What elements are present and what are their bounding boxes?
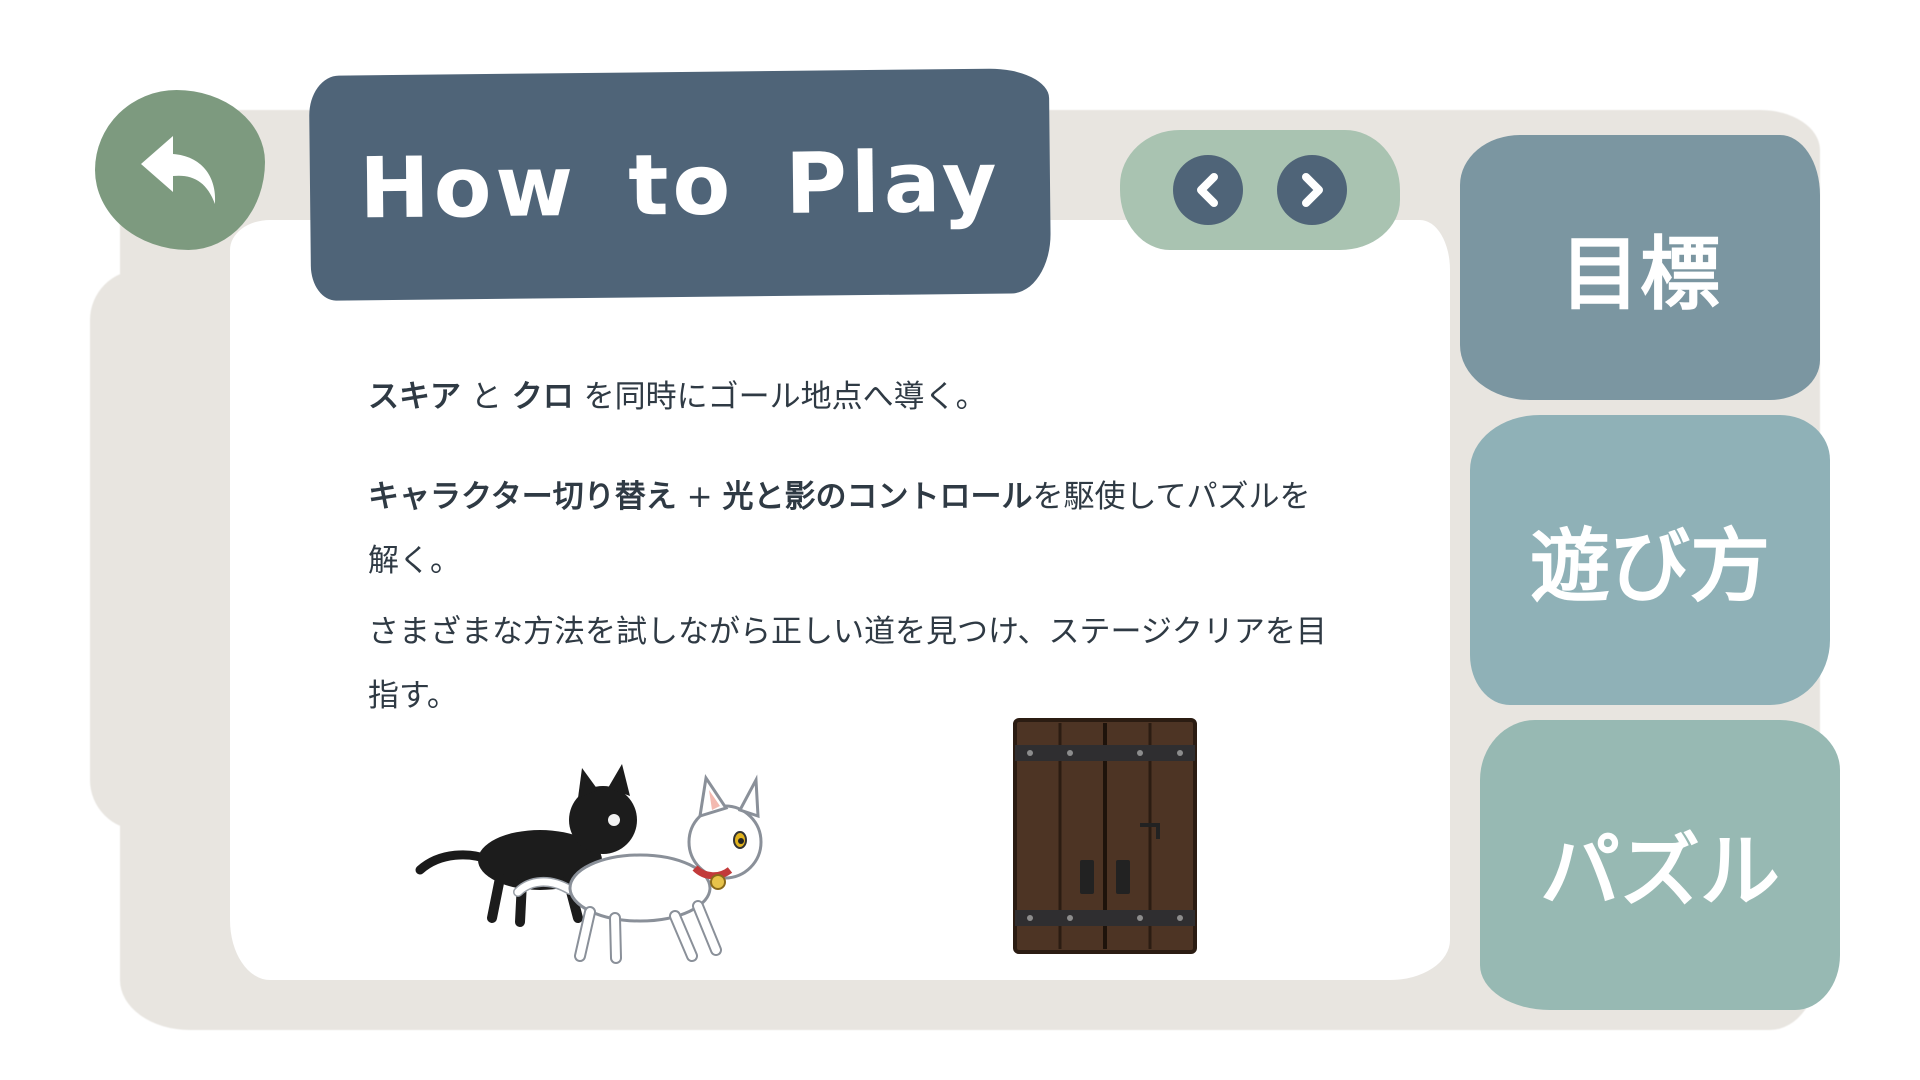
text-connector: と (461, 379, 512, 415)
mechanic-character-switch: キャラクター切り替え (368, 479, 677, 515)
next-page-button[interactable] (1277, 155, 1347, 225)
chevron-right-icon (1302, 173, 1323, 207)
tab-puzzle[interactable]: パズル (1480, 720, 1840, 1010)
cats-illustration (415, 764, 763, 964)
paragraph-goal-rest: を同時にゴール地点へ導く。 (573, 379, 987, 415)
back-arrow-icon (141, 136, 216, 204)
mechanic-light-shadow: 光と影のコントロール (722, 479, 1033, 515)
character-name-kuro: クロ (511, 379, 574, 415)
paragraph-goal: スキア と クロ を同時にゴール地点へ導く。 (368, 365, 1338, 429)
chevron-left-icon (1197, 173, 1218, 207)
tab-how-to-play[interactable]: 遊び方 (1470, 415, 1830, 705)
tab-how-to-play-label: 遊び方 (1530, 520, 1770, 613)
tab-goal-label: 目標 (1560, 227, 1720, 321)
character-name-skia: スキア (368, 379, 461, 415)
tab-puzzle-label: パズル (1540, 825, 1780, 918)
tab-goal[interactable]: 目標 (1460, 135, 1820, 400)
paragraph-clear: さまざまな方法を試しながら正しい道を見つけ、ステージクリアを目指す。 (368, 614, 1327, 714)
page-title: How to Play (358, 132, 1002, 237)
prev-page-button[interactable] (1173, 155, 1243, 225)
wooden-door-illustration (1013, 718, 1197, 954)
plus-sign: + (676, 479, 723, 515)
page-navigator (1120, 130, 1400, 250)
paragraph-mechanics: キャラクター切り替え + 光と影のコントロールを駆使してパズルを解く。 (368, 465, 1338, 593)
title-banner: How to Play (308, 68, 1052, 301)
